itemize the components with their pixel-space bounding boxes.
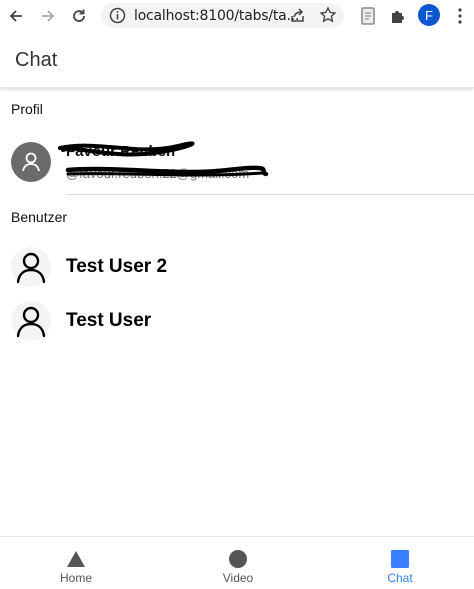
person-icon [22, 152, 40, 172]
url-text[interactable]: localhost:8100/tabs/ta... [134, 8, 299, 24]
tab-video[interactable]: Video [178, 537, 298, 589]
tab-home[interactable]: Home [16, 537, 136, 589]
extensions-puzzle-icon[interactable] [388, 6, 408, 26]
profile-avatar[interactable] [11, 142, 51, 182]
app-header: Chat [0, 32, 474, 88]
user-list-item[interactable]: Test User [0, 297, 474, 347]
bookmark-star-icon[interactable] [319, 6, 337, 24]
profile-divider [66, 194, 474, 195]
forward-arrow-icon[interactable] [38, 6, 58, 26]
circle-icon [229, 550, 247, 568]
tab-video-label: Video [222, 571, 254, 585]
tab-bar: Home Video Chat [0, 536, 474, 589]
tab-chat-label: Chat [387, 571, 413, 585]
page-title: Chat [15, 49, 58, 71]
person-outline-icon [16, 306, 46, 338]
user-list-item[interactable]: Test User 2 [0, 243, 474, 293]
profile-email: @favour.reuben.22@gmail.com [66, 166, 250, 181]
browser-profile-avatar[interactable]: F [418, 4, 440, 26]
users-section-label: Benutzer [11, 209, 68, 225]
tab-home-label: Home [59, 571, 92, 585]
profile-name: Favour Reuben [66, 143, 176, 160]
back-arrow-icon[interactable] [6, 6, 26, 26]
browser-menu-icon[interactable] [454, 6, 466, 26]
document-icon[interactable] [358, 6, 378, 26]
tab-chat[interactable]: Chat [340, 537, 460, 589]
info-icon[interactable] [109, 7, 126, 24]
user-avatar [11, 247, 51, 287]
square-icon [391, 550, 409, 568]
reload-icon[interactable] [69, 6, 89, 26]
user-avatar [11, 301, 51, 341]
profile-section-label: Profil [11, 101, 43, 117]
user-name: Test User [66, 310, 152, 331]
person-outline-icon [16, 252, 46, 284]
triangle-icon [67, 551, 85, 567]
address-bar[interactable]: localhost:8100/tabs/ta... [101, 3, 344, 28]
share-icon[interactable] [289, 7, 306, 24]
user-name: Test User 2 [66, 256, 168, 277]
browser-toolbar: localhost:8100/tabs/ta... F [0, 0, 474, 32]
